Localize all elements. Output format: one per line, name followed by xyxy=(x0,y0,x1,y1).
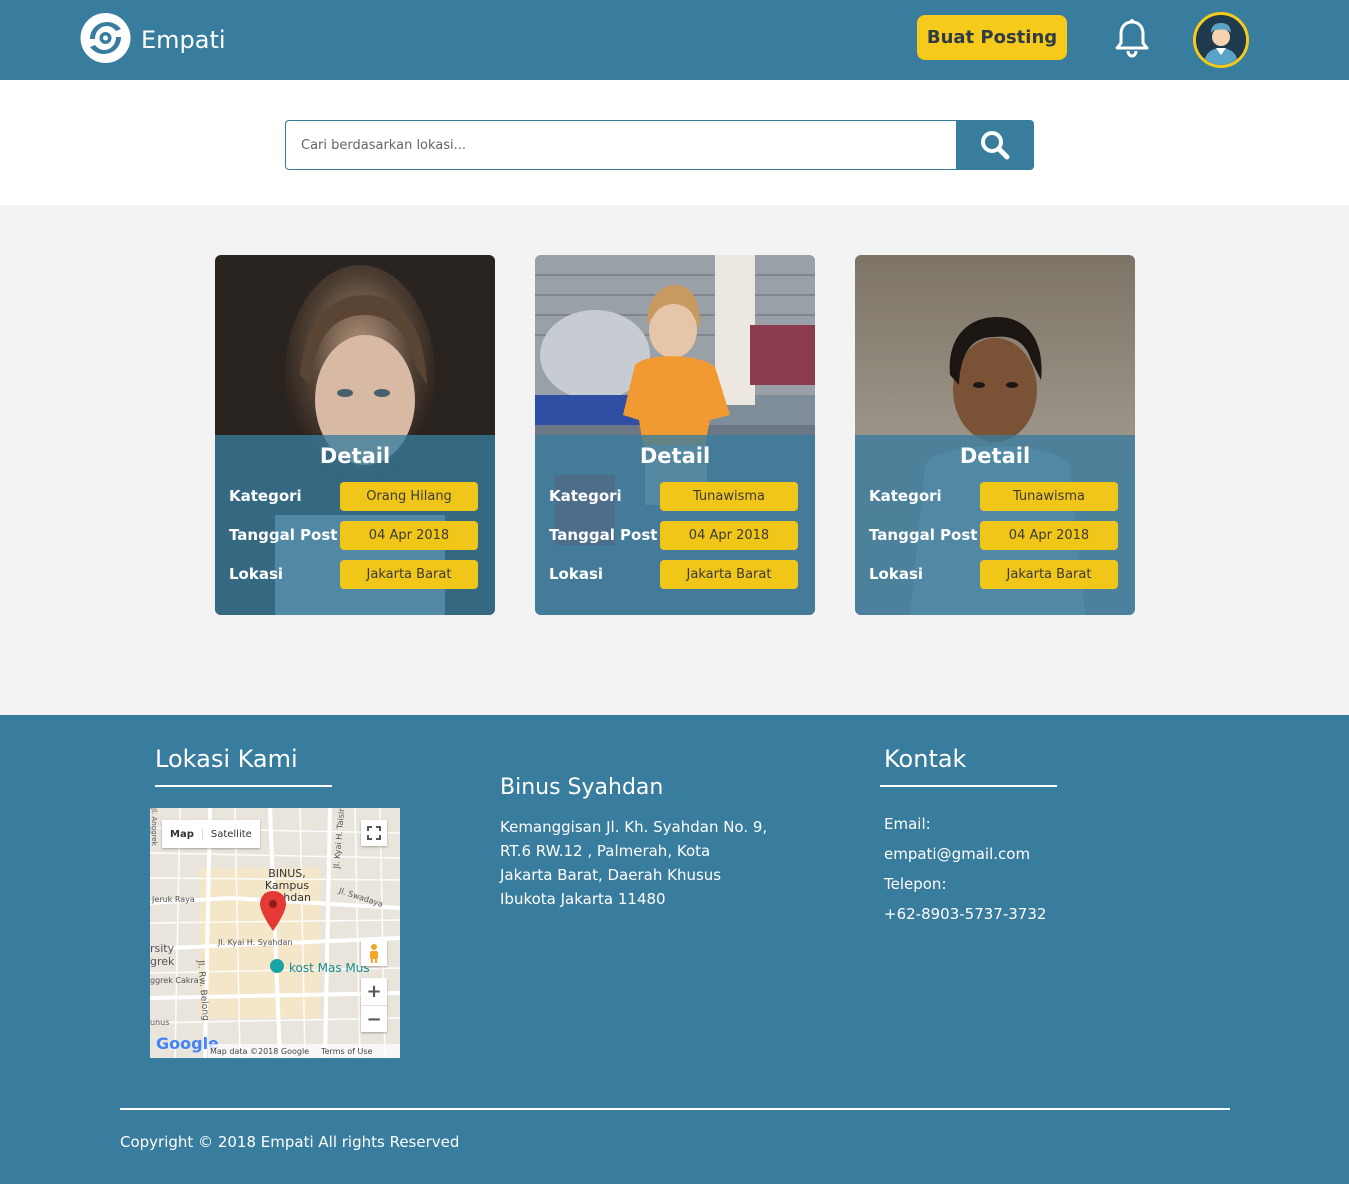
title-underline xyxy=(880,785,1057,787)
search-input[interactable] xyxy=(285,120,957,170)
card-title: Detail xyxy=(639,444,711,468)
category-label: Kategori xyxy=(549,487,622,505)
map-area-label: rsity xyxy=(150,942,175,955)
location-label: Lokasi xyxy=(229,565,284,583)
location-section-title: Lokasi Kami xyxy=(155,745,298,773)
address-line: Kemanggisan Jl. Kh. Syahdan No. 9, xyxy=(500,818,768,836)
location-label: Lokasi xyxy=(549,565,604,583)
map-area-label: Jl. Anggrek xyxy=(150,808,158,846)
card-title: Detail xyxy=(319,444,391,468)
post-date-label: Tanggal Post xyxy=(869,526,978,544)
address-title: Binus Syahdan xyxy=(500,775,664,800)
zoom-in-button[interactable]: + xyxy=(361,978,387,1005)
category-badge: Orang Hilang xyxy=(340,482,478,511)
footer: Lokasi Kami Map Satellite BINUS, Kampus … xyxy=(0,715,1349,1184)
user-avatar[interactable] xyxy=(1193,12,1249,68)
map-street-label: Jl. Kyai H. Syahdan xyxy=(218,938,293,947)
map-area-label: ggrek Cakra xyxy=(150,976,199,985)
location-label: Lokasi xyxy=(869,565,924,583)
location-badge: Jakarta Barat xyxy=(660,560,798,589)
empati-logo-icon[interactable] xyxy=(80,13,131,63)
post-card[interactable]: Detail Kategori Tunawisma Tanggal Post 0… xyxy=(535,255,815,615)
post-date-label: Tanggal Post xyxy=(229,526,338,544)
avatar-icon xyxy=(1196,15,1246,65)
post-card[interactable]: Detail Kategori Orang Hilang Tanggal Pos… xyxy=(215,255,495,615)
search-icon xyxy=(981,131,1010,160)
search-section xyxy=(0,80,1349,205)
copyright-text: Copyright © 2018 Empati All rights Reser… xyxy=(120,1133,460,1151)
category-label: Kategori xyxy=(229,487,302,505)
phone-number[interactable]: +62-8903-5737-3732 xyxy=(884,905,1046,923)
map-marker-icon[interactable] xyxy=(260,891,286,931)
phone-label: Telepon: xyxy=(884,875,947,893)
terms-of-use-link[interactable]: Terms of Use xyxy=(321,1047,372,1056)
address-line: Jakarta Barat, Daerah Khusus xyxy=(500,866,722,884)
poi-icon[interactable] xyxy=(270,959,284,973)
card-title: Detail xyxy=(959,444,1031,468)
map-tab[interactable]: Map xyxy=(162,829,202,840)
top-navbar: Empati Buat Posting xyxy=(0,0,1349,80)
post-date-label: Tanggal Post xyxy=(549,526,658,544)
fullscreen-icon[interactable] xyxy=(361,820,387,846)
embedded-map[interactable]: Map Satellite BINUS, Kampus Syahdan Jl. … xyxy=(150,808,400,1058)
category-badge: Tunawisma xyxy=(980,482,1118,511)
location-badge: Jakarta Barat xyxy=(340,560,478,589)
map-street-label: Jeruk Raya xyxy=(152,895,195,904)
satellite-tab[interactable]: Satellite xyxy=(201,828,260,840)
brand-name[interactable]: Empati xyxy=(141,26,226,54)
address-line: Ibukota Jakarta 11480 xyxy=(500,890,666,908)
zoom-out-button[interactable]: − xyxy=(361,1005,387,1032)
email-link[interactable]: empati@gmail.com xyxy=(884,845,1030,863)
post-date-badge: 04 Apr 2018 xyxy=(980,521,1118,550)
post-date-badge: 04 Apr 2018 xyxy=(660,521,798,550)
street-view-pegman-icon[interactable] xyxy=(361,940,387,966)
category-badge: Tunawisma xyxy=(660,482,798,511)
map-data-credit: Map data ©2018 Google xyxy=(210,1046,310,1056)
post-date-badge: 04 Apr 2018 xyxy=(340,521,478,550)
contact-section-title: Kontak xyxy=(884,745,967,773)
map-area-label: unus xyxy=(150,1018,170,1027)
location-badge: Jakarta Barat xyxy=(980,560,1118,589)
address-block: Kemanggisan Jl. Kh. Syahdan No. 9, RT.6 … xyxy=(500,815,800,911)
category-label: Kategori xyxy=(869,487,942,505)
bell-icon[interactable] xyxy=(1113,18,1151,58)
email-label: Email: xyxy=(884,815,931,833)
title-underline xyxy=(155,785,332,787)
address-line: RT.6 RW.12 , Palmerah, Kota xyxy=(500,842,711,860)
post-card[interactable]: Detail Kategori Tunawisma Tanggal Post 0… xyxy=(855,255,1135,615)
map-poi-label[interactable]: kost Mas Mus xyxy=(289,961,370,975)
map-area-label: grek xyxy=(150,955,175,968)
footer-divider xyxy=(120,1108,1230,1110)
create-post-button[interactable]: Buat Posting xyxy=(917,15,1067,60)
search-button[interactable] xyxy=(956,120,1034,170)
